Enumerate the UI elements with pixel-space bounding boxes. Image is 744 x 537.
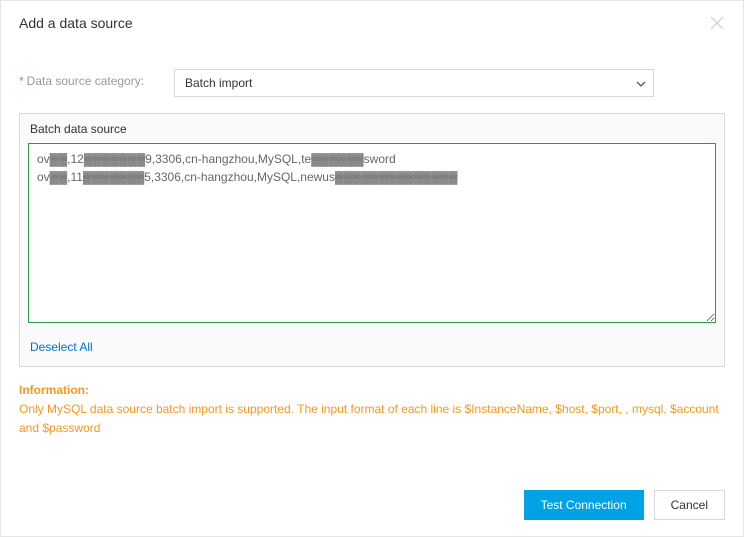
cancel-button[interactable]: Cancel — [654, 490, 725, 520]
batch-data-textarea[interactable] — [28, 143, 716, 323]
batch-footer: Deselect All — [20, 330, 724, 366]
close-icon[interactable] — [709, 15, 725, 31]
modal-title: Add a data source — [19, 15, 133, 31]
information-text: Only MySQL data source batch import is s… — [19, 400, 725, 438]
required-star: * — [19, 74, 24, 88]
batch-data-source-section: Batch data source Deselect All — [19, 113, 725, 367]
batch-section-title: Batch data source — [20, 114, 724, 143]
add-data-source-modal: Add a data source *Data source category:… — [0, 0, 744, 537]
information-title: Information: — [19, 381, 725, 400]
test-connection-button[interactable]: Test Connection — [524, 490, 644, 520]
modal-header: Add a data source — [1, 1, 743, 45]
deselect-all-link[interactable]: Deselect All — [30, 340, 93, 354]
category-select[interactable]: Batch import — [174, 69, 654, 97]
category-row: *Data source category: Batch import — [19, 69, 725, 97]
category-select-wrap: Batch import — [174, 69, 654, 97]
modal-body: *Data source category: Batch import Batc… — [1, 45, 743, 478]
category-label-text: Data source category: — [27, 74, 144, 88]
category-label: *Data source category: — [19, 69, 174, 90]
information-block: Information: Only MySQL data source batc… — [19, 381, 725, 439]
modal-footer: Test Connection Cancel — [1, 478, 743, 536]
